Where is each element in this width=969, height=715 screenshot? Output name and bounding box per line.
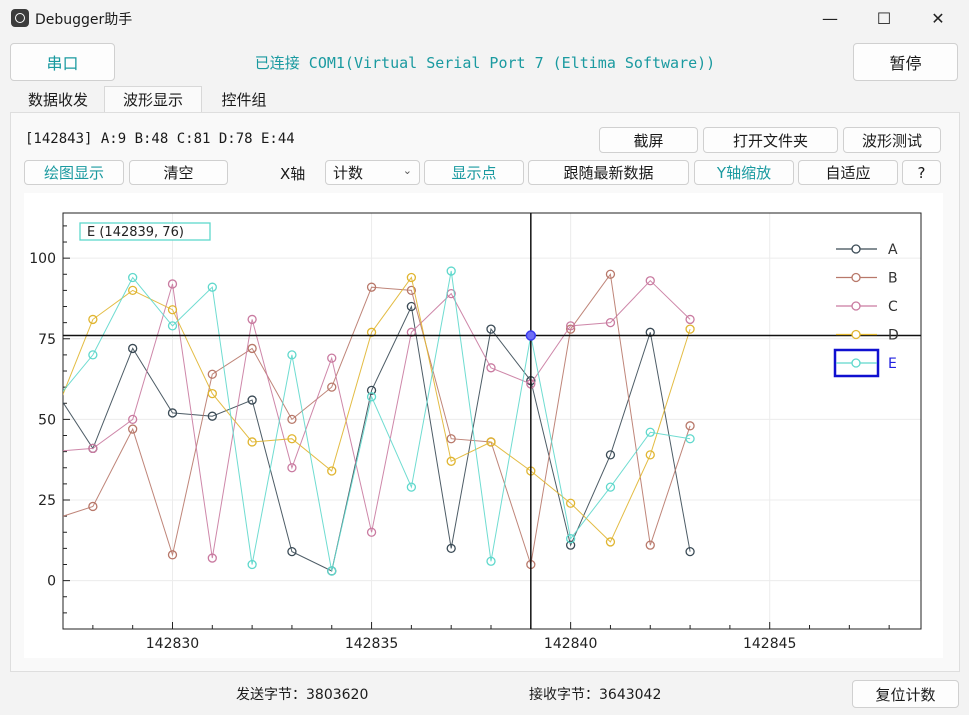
cursor-tooltip: E (142839, 76) <box>79 222 211 241</box>
tab-data-transfer[interactable]: 数据收发 <box>12 86 104 112</box>
follow-latest-button[interactable]: 跟随最新数据 <box>528 160 689 185</box>
sent-bytes-label: 发送字节： <box>236 687 306 703</box>
legend-label-E: E <box>888 356 897 372</box>
plot-frame <box>62 212 922 630</box>
received-bytes: 接收字节：3643042 <box>529 684 661 704</box>
series-point-E <box>49 399 57 407</box>
chart-svg[interactable]: 0 25 50 75 100 142830 142835 142840 142845 E (142… <box>24 193 943 658</box>
cursor-tooltip-label: E (142839, 76) <box>87 225 184 240</box>
sent-bytes-value: 3803620 <box>306 687 369 703</box>
title-bar: Debugger助手 — ☐ ✕ <box>0 0 969 36</box>
legend-marker-E <box>851 358 861 368</box>
cursor-point <box>525 330 537 341</box>
y-zoom-button[interactable]: Y轴缩放 <box>694 160 794 185</box>
app-logo-icon <box>11 9 29 27</box>
y-tick-label: 0 <box>47 574 56 590</box>
legend-label-C: C <box>888 299 898 315</box>
y-tick-label: 50 <box>38 412 56 428</box>
connection-status: 已连接 COM1(Virtual Serial Port 7 (Eltima S… <box>254 54 716 72</box>
clear-button[interactable]: 清空 <box>129 160 228 185</box>
tab-waveform[interactable]: 波形显示 <box>104 86 202 112</box>
show-points-button[interactable]: 显示点 <box>424 160 524 185</box>
received-bytes-label: 接收字节： <box>529 687 599 703</box>
legend-label-B: B <box>888 271 898 287</box>
reset-count-button[interactable]: 复位计数 <box>852 680 959 708</box>
series-point-A <box>49 383 57 391</box>
wave-test-button[interactable]: 波形测试 <box>843 127 941 153</box>
latest-data-readout: [142843] A:9 B:48 C:81 D:78 E:44 <box>25 131 295 147</box>
legend-marker-D <box>851 329 861 340</box>
waveform-chart[interactable]: 0 25 50 75 100 142830 142835 142840 142845 E (142… <box>24 193 943 658</box>
x-tick-label: 142835 <box>345 636 398 652</box>
legend-marker-C <box>851 301 861 311</box>
x-tick-label: 142830 <box>146 636 199 652</box>
pause-button[interactable]: 暂停 <box>853 43 958 81</box>
close-button[interactable]: ✕ <box>915 0 961 36</box>
series-point-B <box>49 515 57 523</box>
sent-bytes: 发送字节：3803620 <box>236 684 368 704</box>
x-tick-label: 142840 <box>544 636 597 652</box>
serial-port-button[interactable]: 串口 <box>10 43 115 81</box>
legend-marker-B <box>851 272 861 283</box>
y-tick-label: 100 <box>29 251 56 267</box>
legend-label-A: A <box>888 242 898 258</box>
screenshot-button[interactable]: 截屏 <box>599 127 698 153</box>
y-tick-label: 75 <box>38 332 56 348</box>
maximize-button[interactable]: ☐ <box>861 0 907 36</box>
minimize-button[interactable]: — <box>807 0 853 36</box>
open-folder-button[interactable]: 打开文件夹 <box>703 127 838 153</box>
help-button[interactable]: ? <box>902 160 941 185</box>
chart-legend: ABCDE <box>833 242 899 378</box>
x-tick-label: 142845 <box>743 636 796 652</box>
y-tick-label: 25 <box>38 493 56 509</box>
auto-fit-button[interactable]: 自适应 <box>798 160 898 185</box>
plot-display-button[interactable]: 绘图显示 <box>24 160 124 185</box>
x-axis-select[interactable]: 计数 ⌄ <box>325 160 420 185</box>
chevron-down-icon: ⌄ <box>402 164 412 177</box>
x-axis-label: X轴 <box>280 165 306 183</box>
legend-label-D: D <box>888 328 899 344</box>
series-point-C <box>49 448 57 456</box>
window-title: Debugger助手 <box>35 12 133 28</box>
legend-marker-A <box>851 244 861 254</box>
x-axis-select-value: 计数 <box>333 164 364 182</box>
tab-control-group[interactable]: 控件组 <box>204 86 284 112</box>
received-bytes-value: 3643042 <box>599 687 662 703</box>
